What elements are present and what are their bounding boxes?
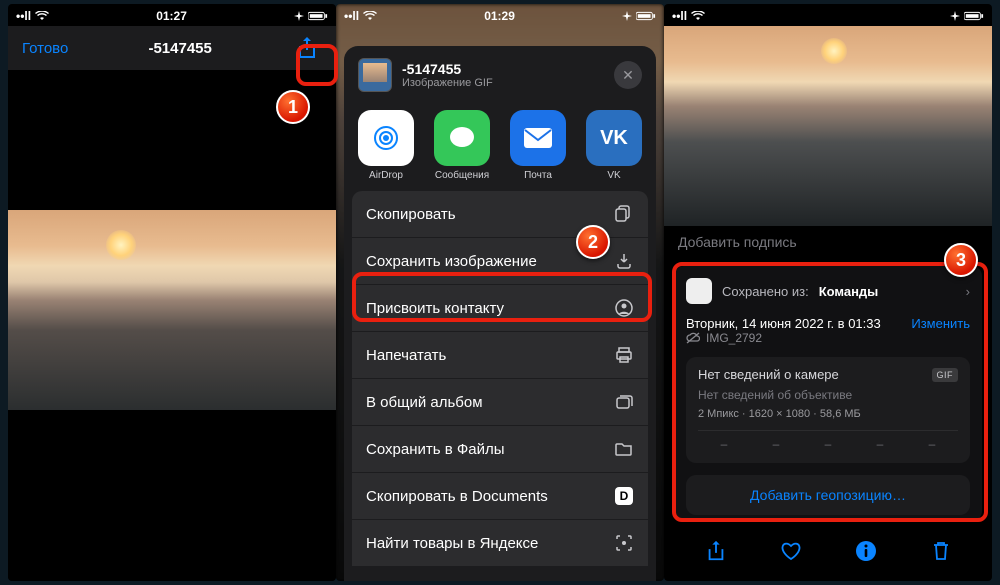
status-time: 01:29: [484, 9, 515, 23]
photo-filename: IMG_2792: [706, 331, 762, 345]
info-panel: Сохранено из: Команды › Вторник, 14 июня…: [674, 266, 982, 521]
preview-area: [8, 70, 336, 581]
nav-bar: Готово -5147455: [8, 26, 336, 70]
status-bar: ••ll 01:27: [8, 4, 336, 26]
delete-button[interactable]: [926, 540, 956, 562]
vk-icon: VK: [586, 110, 642, 166]
folder-icon: [614, 441, 634, 457]
phone-info: ••ll Добавить подпись Сохранено из: Кома…: [664, 4, 992, 581]
share-app-mail[interactable]: Почта: [500, 110, 576, 181]
shared-album-icon: [614, 393, 634, 411]
add-location-button[interactable]: Добавить геопозицию…: [686, 475, 970, 515]
photo-preview[interactable]: [664, 26, 992, 226]
photo-meta: 2 Мпикс · 1620 × 1080 · 58,6 МБ: [698, 408, 958, 420]
shortcuts-app-icon: [686, 278, 712, 304]
status-time: 01:27: [156, 9, 187, 23]
share-app-messages[interactable]: Сообщения: [424, 110, 500, 181]
share-app-vk[interactable]: VKVK: [576, 110, 652, 181]
action-save-files[interactable]: Сохранить в Файлы: [352, 426, 648, 473]
exif-row: –––––: [698, 430, 958, 453]
print-icon: [614, 346, 634, 364]
camera-info-box: Нет сведений о камереGIF Нет сведений об…: [686, 357, 970, 463]
share-actions-list: Скопировать Сохранить изображение Присво…: [344, 191, 656, 567]
close-icon: ✕: [622, 67, 634, 84]
messages-icon: [434, 110, 490, 166]
info-button[interactable]: [851, 540, 881, 562]
documents-app-icon: D: [614, 487, 634, 505]
share-icon: [297, 36, 317, 60]
phone-preview: ••ll 01:27 Готово -5147455: [8, 4, 336, 581]
photo-datetime: Вторник, 14 июня 2022 г. в 01:33: [686, 316, 881, 331]
action-shared-album[interactable]: В общий альбом: [352, 379, 648, 426]
action-copy-documents[interactable]: Скопировать в DocumentsD: [352, 473, 648, 520]
contact-icon: [614, 299, 634, 317]
action-print[interactable]: Напечатать: [352, 332, 648, 379]
yandex-lens-icon: [614, 534, 634, 552]
caption-field[interactable]: Добавить подпись: [678, 234, 797, 250]
trash-icon: [932, 540, 950, 562]
share-button[interactable]: [701, 540, 731, 562]
file-thumbnail: [358, 58, 392, 92]
chevron-right-icon: ›: [966, 284, 970, 299]
share-apps-row: AirDrop Сообщения Почта VKVK: [344, 104, 656, 191]
action-save-image[interactable]: Сохранить изображение: [352, 238, 648, 285]
heart-icon: [780, 541, 802, 561]
info-icon: [855, 540, 877, 562]
airdrop-icon: [358, 110, 414, 166]
close-button[interactable]: ✕: [614, 61, 642, 89]
status-bar: ••ll: [664, 4, 992, 26]
share-app-airdrop[interactable]: AirDrop: [348, 110, 424, 181]
format-badge: GIF: [932, 368, 959, 382]
done-button[interactable]: Готово: [22, 40, 68, 57]
action-copy[interactable]: Скопировать: [352, 191, 648, 238]
copy-icon: [614, 205, 634, 223]
action-yandex-goods[interactable]: Найти товары в Яндексе: [352, 520, 648, 567]
bottom-toolbar: [664, 529, 992, 573]
download-icon: [614, 252, 634, 270]
status-bar: ••ll 01:29: [336, 4, 664, 26]
share-sheet: -5147455 Изображение GIF ✕ AirDrop Сообщ…: [344, 46, 656, 581]
saved-from-row[interactable]: Сохранено из: Команды ›: [686, 278, 970, 304]
preview-image: [8, 210, 336, 410]
file-title: -5147455: [148, 40, 211, 57]
favorite-button[interactable]: [776, 541, 806, 561]
share-filetype: Изображение GIF: [402, 77, 604, 89]
share-icon: [706, 540, 726, 562]
mail-icon: [510, 110, 566, 166]
action-assign-contact[interactable]: Присвоить контакту: [352, 285, 648, 332]
cloud-off-icon: [686, 332, 700, 344]
share-filename: -5147455: [402, 61, 604, 77]
share-button[interactable]: [292, 33, 322, 63]
phone-share-sheet: ••ll 01:29 -5147455 Изображение GIF ✕ Ai…: [336, 4, 664, 581]
edit-date-button[interactable]: Изменить: [911, 316, 970, 331]
